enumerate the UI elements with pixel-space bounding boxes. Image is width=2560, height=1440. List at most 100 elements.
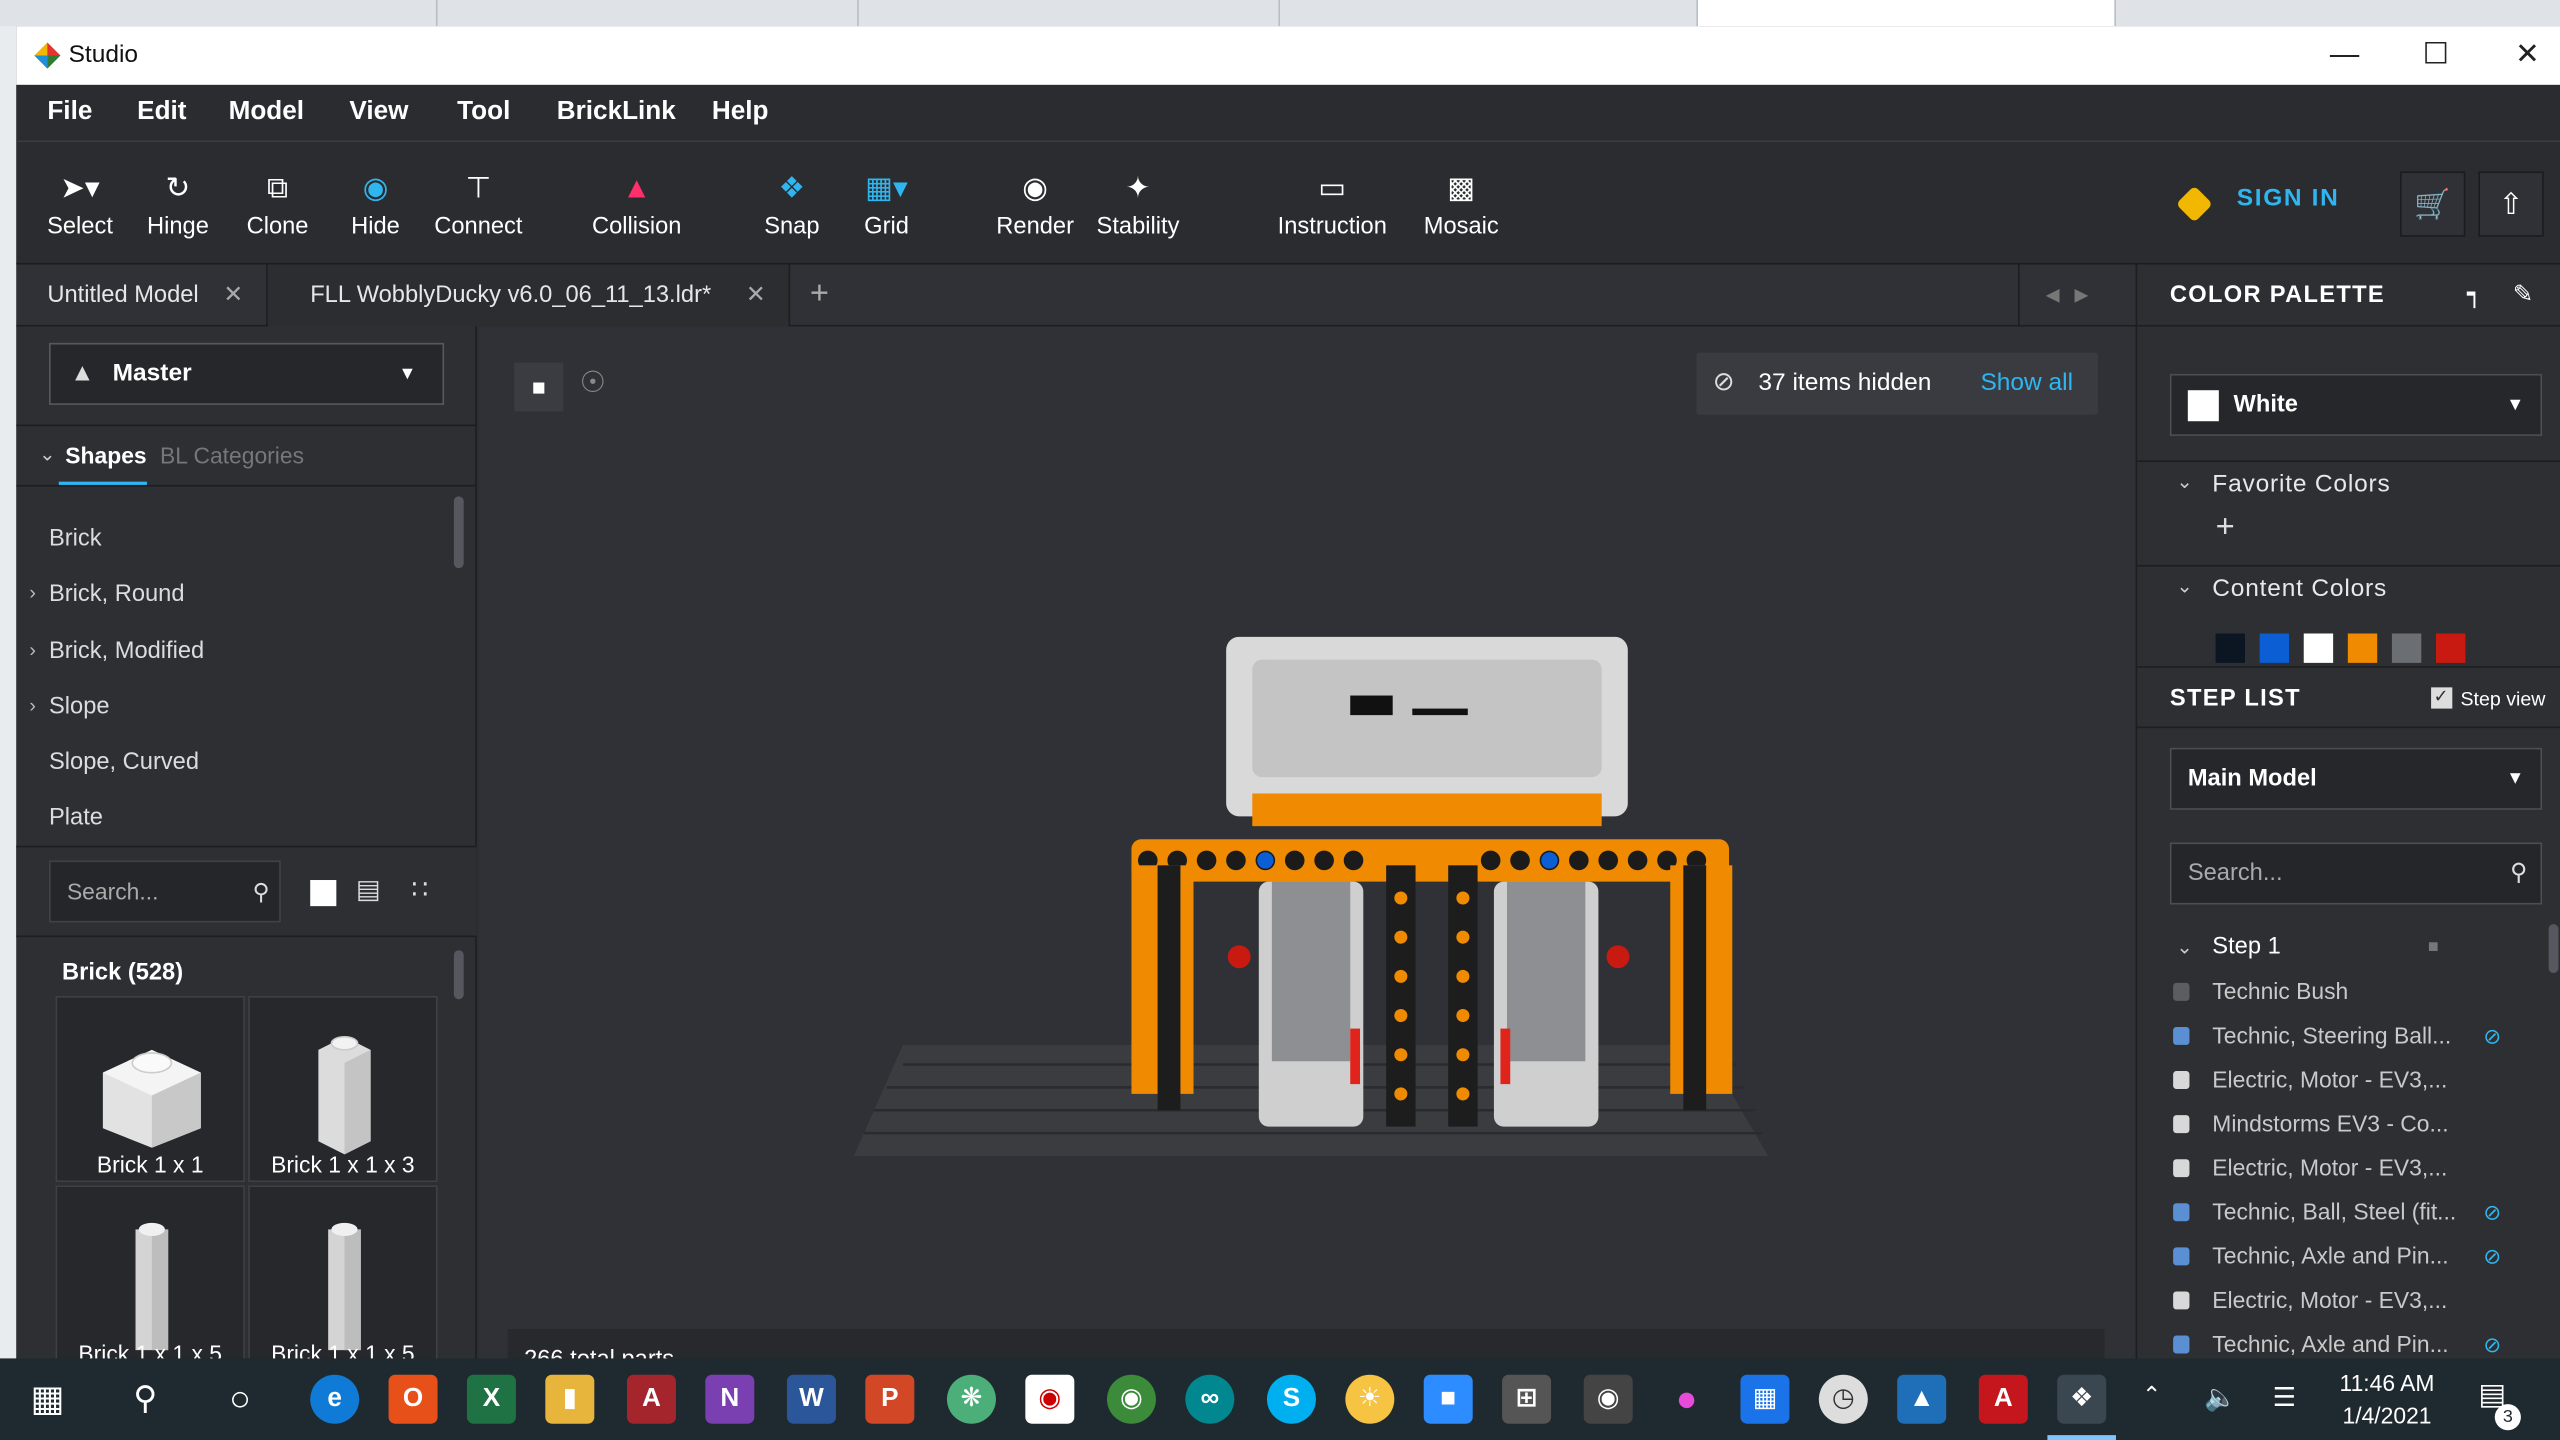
category-brick-round[interactable]: › Brick, Round xyxy=(29,581,184,607)
hidden-eye-icon[interactable]: ⊘ xyxy=(2483,1014,2501,1058)
onenote-icon[interactable]: N xyxy=(705,1374,755,1424)
step-part-item[interactable]: Electric, Motor - EV3,... xyxy=(2137,1058,2548,1102)
step-list-scrollbar[interactable] xyxy=(2548,924,2559,974)
access-icon[interactable]: A xyxy=(626,1374,676,1424)
step-part-item[interactable]: Electric, Motor - EV3,... xyxy=(2137,1146,2548,1190)
edge-icon[interactable]: e xyxy=(310,1374,360,1424)
browser-tab[interactable] xyxy=(438,0,859,27)
snap-tool-button[interactable]: ❖ Snap xyxy=(761,142,823,266)
browser-tab[interactable] xyxy=(0,0,438,27)
zoom-icon[interactable]: ■ xyxy=(1423,1374,1473,1424)
category-slope[interactable]: › Slope xyxy=(29,694,109,720)
acrobat-icon[interactable]: A xyxy=(1978,1374,2028,1424)
skype-icon[interactable]: S xyxy=(1266,1374,1316,1424)
category-brick[interactable]: Brick xyxy=(49,526,102,552)
calendar-icon[interactable]: ▦ xyxy=(1740,1374,1790,1424)
part-tile[interactable]: Brick 1 x 1 xyxy=(55,995,245,1183)
step-1-row[interactable]: ⌄ Step 1 ■ xyxy=(2137,924,2548,970)
category-slope-curved[interactable]: Slope, Curved xyxy=(49,749,199,775)
part-tile[interactable]: Brick 1 x 1 x 3 xyxy=(248,995,438,1183)
menu-model[interactable]: Model xyxy=(229,98,304,127)
wifi-icon[interactable]: ☰ xyxy=(2273,1381,2296,1414)
add-favorite-color-button[interactable]: + xyxy=(2216,509,2235,547)
step-part-item[interactable]: Electric, Motor - EV3,... xyxy=(2137,1278,2548,1322)
clone-tool-button[interactable]: ⧉ Clone xyxy=(245,142,310,266)
step-view-checkbox[interactable]: ✓ xyxy=(2431,687,2453,709)
chevron-down-icon[interactable]: ⌄ xyxy=(2176,470,2192,493)
browser-tab[interactable] xyxy=(859,0,1281,27)
close-tab-icon[interactable]: ✕ xyxy=(746,264,766,326)
lego-mindstorms-icon[interactable]: ◉ xyxy=(1025,1374,1075,1424)
paint-roller-icon[interactable]: ┑ xyxy=(2467,264,2483,326)
selected-color-dropdown[interactable]: White ▼ xyxy=(2169,373,2543,436)
parts-search-input[interactable]: Search... ⚲ xyxy=(48,860,281,923)
camera-icon[interactable]: ◉ xyxy=(1583,1374,1633,1424)
step-part-item[interactable]: Technic, Ball, Steel (fit... ⊘ xyxy=(2137,1190,2548,1234)
tab-scroll-arrows[interactable]: ◀ ▶ xyxy=(2018,264,2136,327)
tab-wobblyducky[interactable]: FLL WobblyDucky v6.0_06_11_13.ldr* ✕ xyxy=(267,264,791,327)
taskbar-clock[interactable]: 11:46 AM 1/4/2021 xyxy=(2325,1367,2449,1432)
file-explorer-icon[interactable]: ▮ xyxy=(545,1374,595,1424)
close-window-button[interactable]: ✕ xyxy=(2482,26,2560,85)
minimize-button[interactable]: — xyxy=(2299,26,2390,85)
eyedropper-icon[interactable]: ✎ xyxy=(2513,264,2535,326)
step-part-item[interactable]: Technic, Axle and Pin... ⊘ xyxy=(2137,1234,2548,1278)
instruction-tool-button[interactable]: ▭ Instruction xyxy=(1274,142,1392,266)
category-plate[interactable]: Plate xyxy=(49,805,103,831)
color-swatch[interactable] xyxy=(2215,633,2245,663)
no-color-filter-icon[interactable]: ▤ xyxy=(356,873,381,906)
add-tab-button[interactable]: + xyxy=(810,264,829,323)
chevron-up-icon[interactable]: ⌃ xyxy=(2142,1381,2161,1409)
windows-start-icon[interactable]: ▦ xyxy=(23,1375,72,1424)
chevron-down-icon[interactable]: ⌄ xyxy=(2176,575,2192,598)
3d-viewport[interactable]: ■ ☉ ⊘ 37 items hidden Show all xyxy=(478,326,2136,1440)
color-swatch[interactable] xyxy=(2391,633,2422,663)
render-tool-button[interactable]: ◉ Render xyxy=(996,142,1074,266)
paint-drop-icon[interactable]: ● xyxy=(1662,1375,1711,1424)
hidden-eye-icon[interactable]: ⊘ xyxy=(2483,1234,2501,1278)
office-icon[interactable]: O xyxy=(388,1374,438,1424)
model-select-dropdown[interactable]: Main Model ▼ xyxy=(2169,747,2543,810)
tab-untitled-model[interactable]: Untitled Model ✕ xyxy=(16,264,268,327)
upload-button[interactable]: ⇧ xyxy=(2478,171,2544,237)
menu-help[interactable]: Help xyxy=(712,98,769,127)
connect-tool-button[interactable]: ⊤ Connect xyxy=(431,142,526,266)
show-all-link[interactable]: Show all xyxy=(1980,353,2073,415)
hinge-tool-button[interactable]: ↻ Hinge xyxy=(144,142,213,266)
word-icon[interactable]: W xyxy=(786,1374,836,1424)
hide-tool-button[interactable]: ◉ Hide xyxy=(346,142,405,266)
maximize-button[interactable]: ☐ xyxy=(2390,26,2481,85)
menu-file[interactable]: File xyxy=(47,98,92,127)
task-view-icon[interactable]: ○ xyxy=(216,1375,265,1424)
tab-bl-categories[interactable]: BL Categories xyxy=(160,442,304,468)
menu-bricklink[interactable]: BrickLink xyxy=(557,98,676,127)
browser-tab[interactable] xyxy=(1280,0,1699,27)
volume-icon[interactable]: 🔈 xyxy=(2204,1381,2237,1414)
camera-view-button[interactable]: ■ xyxy=(514,362,564,412)
menu-edit[interactable]: Edit xyxy=(137,98,186,127)
studio-taskbar-icon[interactable]: ❖ xyxy=(2057,1374,2107,1424)
close-tab-icon[interactable]: ✕ xyxy=(223,264,243,326)
grid-view-icon[interactable]: ∷ xyxy=(411,873,428,906)
step-search-input[interactable]: Search... ⚲ xyxy=(2169,842,2543,905)
color-swatch[interactable] xyxy=(2347,633,2378,663)
step-part-item[interactable]: Technic, Steering Ball... ⊘ xyxy=(2137,1014,2548,1058)
calculator-icon[interactable]: ⊞ xyxy=(1502,1374,1552,1424)
rotate-view-icon[interactable]: ☉ xyxy=(580,366,606,400)
mosaic-tool-button[interactable]: ▩ Mosaic xyxy=(1420,142,1502,266)
photos-icon[interactable]: ▲ xyxy=(1897,1374,1947,1424)
step-part-item[interactable]: Technic Bush xyxy=(2137,970,2548,1014)
arduino-icon[interactable]: ∞ xyxy=(1185,1374,1235,1424)
select-tool-button[interactable]: ➤▾ Select xyxy=(46,142,115,266)
sign-in-link[interactable]: SIGN IN xyxy=(2237,184,2340,212)
menu-view[interactable]: View xyxy=(349,98,408,127)
chrome-icon[interactable]: ◉ xyxy=(1106,1374,1156,1424)
category-brick-modified[interactable]: › Brick, Modified xyxy=(29,638,204,664)
clock-app-icon[interactable]: ◷ xyxy=(1818,1374,1868,1424)
step-camera-icon[interactable]: ■ xyxy=(2428,924,2439,970)
tab-shapes[interactable]: Shapes xyxy=(65,442,146,468)
color-swatch[interactable] xyxy=(2259,633,2290,663)
browser-tab[interactable] xyxy=(1698,0,2116,27)
parts-scrollbar[interactable] xyxy=(453,950,464,1000)
stability-tool-button[interactable]: ✦ Stability xyxy=(1091,142,1186,266)
